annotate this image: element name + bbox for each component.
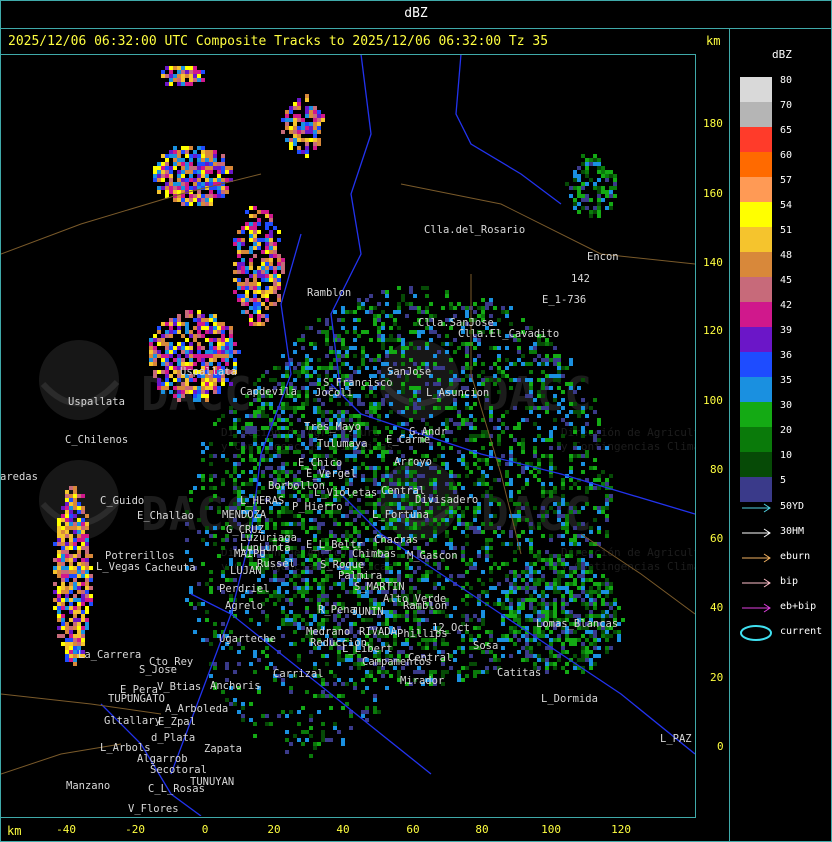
track-legend-label: eb+bip [780, 601, 817, 612]
header-timestamp: 2025/12/06 06:32:00 UTC Composite Tracks… [8, 34, 549, 49]
legend-level-label: 20 [780, 425, 793, 436]
legend-level-label: 65 [780, 125, 793, 136]
legend-level-label: 54 [780, 200, 793, 211]
legend-level-label: 80 [780, 75, 793, 86]
legend-swatch [740, 227, 772, 252]
km-label-bottom: km [7, 824, 22, 838]
x-tick-label: -40 [56, 823, 76, 836]
track-legend-label: eburn [780, 551, 811, 562]
map-border [0, 54, 696, 818]
legend-level-label: 57 [780, 175, 793, 186]
y-tick-label: 40 [710, 601, 724, 614]
legend-swatch [740, 352, 772, 377]
legend-level-label: 48 [780, 250, 793, 261]
track-legend-label: bip [780, 576, 799, 587]
legend-swatch [740, 252, 772, 277]
legend-level-label: 45 [780, 275, 793, 286]
legend-level-label: 42 [780, 300, 793, 311]
legend-level-label: 70 [780, 100, 793, 111]
legend-level-label: 35 [780, 375, 793, 386]
km-label-top: km [706, 34, 721, 48]
legend-swatch [740, 452, 772, 477]
y-tick-label: 0 [717, 740, 724, 753]
y-tick-label: 180 [703, 117, 723, 130]
track-arrow-icon [742, 503, 771, 513]
y-tick-label: 120 [703, 324, 723, 337]
y-tick-label: 60 [710, 532, 724, 545]
track-arrow-icon [742, 603, 771, 613]
legend-swatch [740, 277, 772, 302]
legend-swatch [740, 177, 772, 202]
track-arrow-icon [742, 528, 771, 538]
track-arrow-icon [742, 578, 771, 588]
legend-title: dBZ [772, 48, 792, 61]
x-tick-label: 80 [475, 823, 489, 836]
legend-level-label: 5 [780, 475, 787, 486]
y-tick-label: 160 [703, 187, 723, 200]
x-tick-label: 100 [541, 823, 561, 836]
legend-swatch [740, 402, 772, 427]
track-legend-label: current [780, 626, 823, 637]
legend-swatch [740, 302, 772, 327]
legend-level-label: 36 [780, 350, 793, 361]
legend-level-label: 51 [780, 225, 793, 236]
legend-swatch [740, 127, 772, 152]
legend-swatch [740, 327, 772, 352]
legend-level-label: 30 [780, 400, 793, 411]
y-tick-label: 140 [703, 256, 723, 269]
x-tick-label: 60 [406, 823, 420, 836]
legend-swatch [740, 202, 772, 227]
x-tick-label: -20 [125, 823, 145, 836]
window-title: dBZ [404, 6, 428, 21]
y-tick-label: 100 [703, 394, 723, 407]
x-tick-label: 40 [336, 823, 350, 836]
x-tick-label: 120 [611, 823, 631, 836]
legend-level-label: 10 [780, 450, 793, 461]
track-legend-label: 30HM [780, 526, 805, 537]
legend-swatch [740, 102, 772, 127]
y-tick-label: 80 [710, 463, 724, 476]
x-tick-label: 20 [267, 823, 281, 836]
legend-level-label: 39 [780, 325, 793, 336]
legend-swatch [740, 77, 772, 102]
current-ellipse-icon [740, 625, 772, 641]
track-arrow-icon [742, 553, 771, 563]
y-tick-label: 20 [710, 671, 724, 684]
legend-level-label: 60 [780, 150, 793, 161]
legend-swatch [740, 427, 772, 452]
x-tick-label: 0 [201, 823, 209, 836]
legend-swatch [740, 377, 772, 402]
track-legend-label: 50YD [780, 501, 805, 512]
legend-swatch [740, 152, 772, 177]
